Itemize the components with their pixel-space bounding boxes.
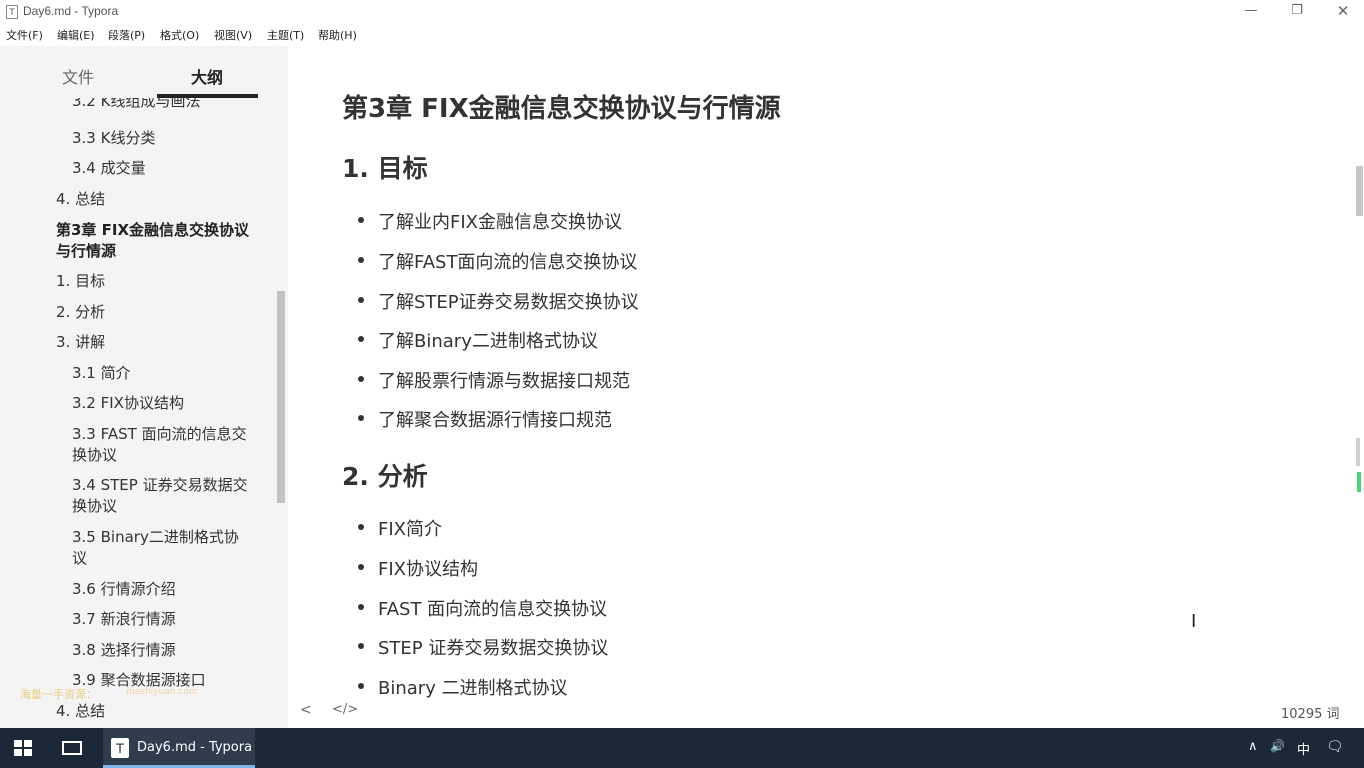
bullet [358,336,364,342]
list-item[interactable]: 了解聚合数据源行情接口规范 [378,406,612,432]
menu-file[interactable]: 文件(F) [6,27,43,43]
menu-bar: 文件(F) 编辑(E) 段落(P) 格式(O) 视图(V) 主题(T) 帮助(H… [0,24,1364,46]
bullet [358,564,364,570]
window-title: Day6.md - Typora [23,4,119,18]
list-item[interactable]: 了解FAST面向流的信息交换协议 [378,248,637,274]
list-item[interactable]: FIX简介 [378,515,442,541]
list-item[interactable]: 了解股票行情源与数据接口规范 [378,367,630,393]
watermark-text: 海量一手资源： [20,688,97,701]
outline-item[interactable]: 3.2 FIX协议结构 [72,393,184,414]
list-item[interactable]: FIX协议结构 [378,555,478,581]
outline-item[interactable]: 3.4 STEP 证券交易数据交换协议 [72,475,252,517]
menu-format[interactable]: 格式(O) [160,27,199,43]
outline-item[interactable]: 3.4 成交量 [72,158,146,179]
typora-taskbar-icon: T [111,738,129,758]
i-beam-cursor-icon: I [1191,611,1197,632]
outline-item[interactable]: 3.8 选择行情源 [72,640,176,661]
typora-app-icon: T [6,5,18,19]
bullet [358,643,364,649]
list-item[interactable]: FAST 面向流的信息交换协议 [378,595,607,621]
menu-paragraph[interactable]: 段落(P) [108,27,145,43]
notification-icon[interactable]: 🗨 [1326,739,1344,755]
menu-edit[interactable]: 编辑(E) [57,27,95,43]
taskbar-app-label: Day6.md - Typora [137,740,253,755]
minimize-button[interactable]: — [1228,0,1274,24]
section-heading[interactable]: 2. 分析 [342,457,428,493]
outline-item[interactable]: 3.6 行情源介绍 [72,579,176,600]
outline-list: 3.2 K线组成与画法 3.3 K线分类 3.4 成交量 4. 总结 第3章 F… [0,98,276,728]
close-button[interactable]: ✕ [1320,0,1364,24]
source-code-mode-icon[interactable]: </> [332,702,358,717]
bullet [358,257,364,263]
outline-item[interactable]: 3. 讲解 [56,332,105,353]
menu-help[interactable]: 帮助(H) [318,27,357,43]
volume-icon[interactable]: 🔊 [1270,739,1285,753]
bullet [358,297,364,303]
editor-pane[interactable]: 第3章 FIX金融信息交换协议与行情源 1. 目标 了解业内FIX金融信息交换协… [288,46,1364,728]
toggle-sidebar-icon[interactable]: < [300,702,312,718]
task-view-icon[interactable] [62,741,82,755]
watermark-url: mashiyuan.com [126,687,198,697]
sidebar-scrollbar[interactable] [277,291,285,503]
list-item[interactable]: 了解业内FIX金融信息交换协议 [378,208,622,234]
ime-indicator[interactable]: 中 [1297,739,1310,758]
bullet [358,524,364,530]
tray-expand-icon[interactable]: ∧ [1248,739,1258,754]
outline-item[interactable]: 2. 分析 [56,302,105,323]
list-item[interactable]: 了解Binary二进制格式协议 [378,327,598,353]
chapter-heading[interactable]: 第3章 FIX金融信息交换协议与行情源 [342,88,781,125]
bullet [358,376,364,382]
outline-item[interactable]: 4. 总结 [56,701,105,722]
scroll-position-marker [1357,472,1361,492]
word-count[interactable]: 10295 词 [1281,703,1340,722]
section-heading[interactable]: 1. 目标 [342,149,428,185]
scroll-marker [1356,438,1360,466]
menu-view[interactable]: 视图(V) [214,27,252,43]
title-bar: T Day6.md - Typora — ❐ ✕ [0,0,1364,24]
outline-item-active[interactable]: 第3章 FIX金融信息交换协议与行情源 [56,220,256,262]
bullet [358,415,364,421]
bullet [358,217,364,223]
bullet [358,683,364,689]
restore-button[interactable]: ❐ [1274,0,1320,24]
tab-files[interactable]: 文件 [62,64,94,88]
outline-item[interactable]: 4. 总结 [56,189,105,210]
outline-item[interactable]: 3.2 K线组成与画法 [72,98,200,112]
outline-item[interactable]: 3.3 FAST 面向流的信息交换协议 [72,424,252,466]
menu-theme[interactable]: 主题(T) [267,27,304,43]
outline-item[interactable]: 1. 目标 [56,271,105,292]
outline-item[interactable]: 3.5 Binary二进制格式协议 [72,527,252,569]
sidebar: 文件 大纲 3.2 K线组成与画法 3.3 K线分类 3.4 成交量 4. 总结… [0,46,288,728]
windows-start-icon[interactable] [14,740,32,756]
list-item[interactable]: 了解STEP证券交易数据交换协议 [378,288,639,314]
outline-item[interactable]: 3.1 简介 [72,363,131,384]
bullet [358,604,364,610]
tab-outline[interactable]: 大纲 [191,64,223,88]
outline-item[interactable]: 3.3 K线分类 [72,128,155,149]
list-item[interactable]: Binary 二进制格式协议 [378,674,568,700]
outline-item[interactable]: 3.7 新浪行情源 [72,609,176,630]
editor-scrollbar[interactable] [1356,166,1363,216]
list-item[interactable]: STEP 证券交易数据交换协议 [378,634,608,660]
